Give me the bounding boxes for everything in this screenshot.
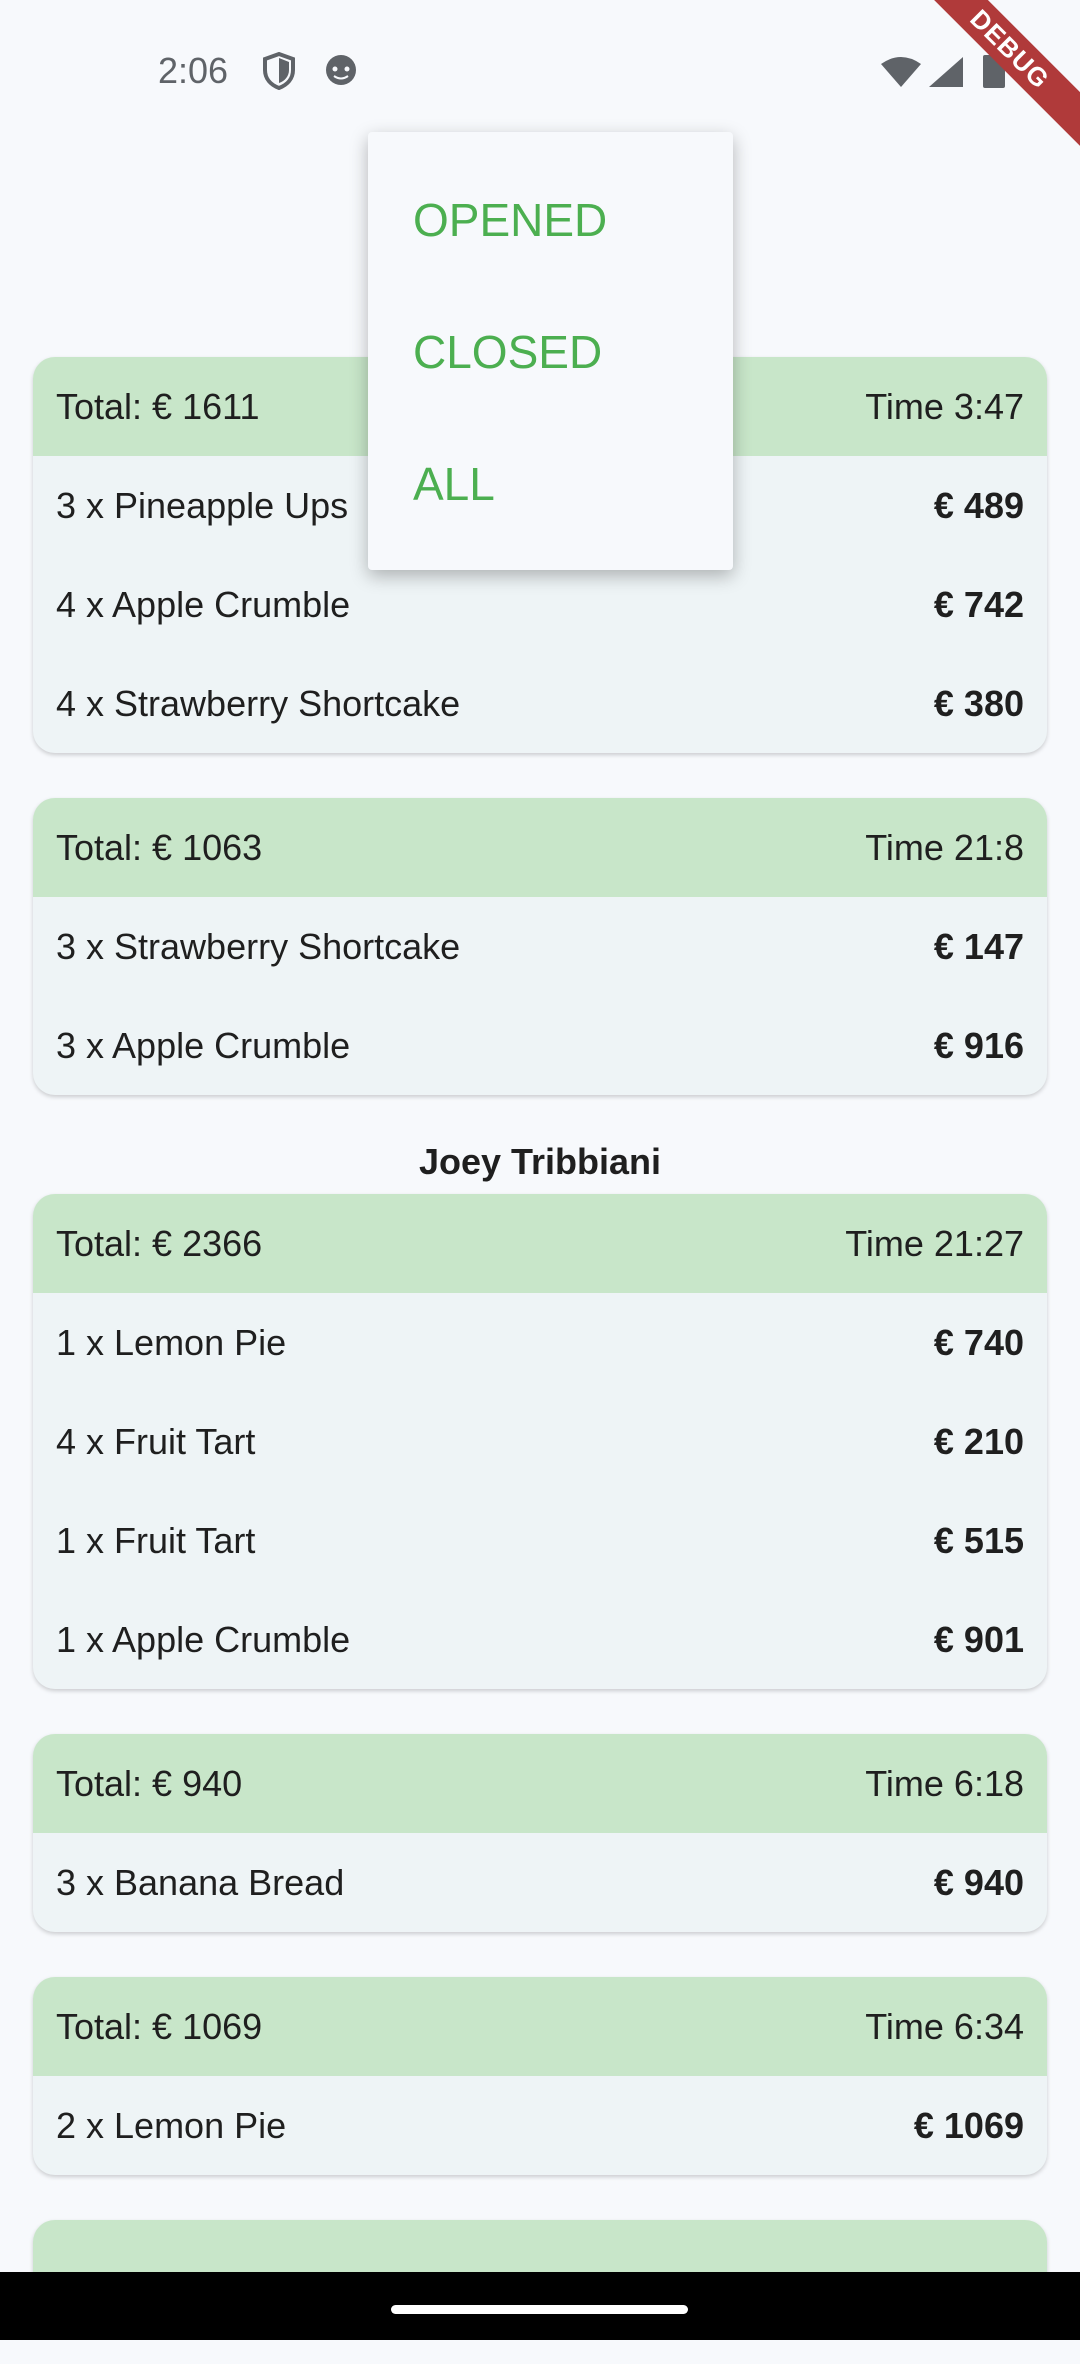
order-item-price: € 489 — [933, 484, 1024, 526]
order-item-price: € 515 — [933, 1519, 1024, 1561]
order-item-price: € 940 — [933, 1861, 1024, 1903]
status-bar: 2:06 — [0, 0, 1080, 140]
order-item-name: 4 x Fruit Tart — [56, 1420, 256, 1462]
order-item-name: 4 x Strawberry Shortcake — [56, 682, 461, 724]
order-card: Total: € 940 Time 6:18 3 x Banana Bread … — [33, 1734, 1047, 1932]
menu-item-closed[interactable]: CLOSED — [368, 286, 733, 418]
status-time: 2:06 — [158, 50, 229, 91]
order-item-name: 3 x Apple Crumble — [56, 1024, 351, 1066]
order-item-name: 4 x Apple Crumble — [56, 583, 351, 625]
order-time: Time 21:27 — [845, 1222, 1024, 1264]
order-total: Total: € 1063 — [56, 826, 263, 868]
order-item-price: € 147 — [933, 925, 1024, 967]
customer-name: Joey Tribbiani — [418, 1141, 662, 1182]
order-item-name: 3 x Strawberry Shortcake — [56, 925, 461, 967]
order-time: Time 6:34 — [865, 2005, 1024, 2047]
signal-icon — [928, 56, 964, 93]
order-item-row: 3 x Strawberry Shortcake € 147 — [33, 897, 1047, 996]
order-item-price: € 916 — [933, 1024, 1024, 1066]
order-item-row: 1 x Lemon Pie € 740 — [33, 1293, 1047, 1392]
order-item-row: 1 x Apple Crumble € 901 — [33, 1590, 1047, 1689]
order-time: Time 21:8 — [865, 826, 1024, 868]
order-item-name: 1 x Fruit Tart — [56, 1519, 256, 1561]
menu-item-all[interactable]: ALL — [368, 418, 733, 550]
order-item-row: 1 x Fruit Tart € 515 — [33, 1491, 1047, 1590]
home-gesture-handle[interactable] — [391, 2305, 688, 2314]
order-item-name: 1 x Apple Crumble — [56, 1618, 351, 1660]
shield-icon — [262, 51, 296, 95]
order-item-price: € 740 — [933, 1321, 1024, 1363]
order-card-header: Total: € 1069 Time 6:34 — [33, 1977, 1047, 2076]
order-item-price: € 742 — [933, 583, 1024, 625]
order-item-name: 3 x Pineapple Ups — [56, 484, 349, 526]
order-total: Total: € 1069 — [56, 2005, 263, 2047]
order-card-header: Total: € 1063 Time 21:8 — [33, 798, 1047, 897]
order-card: Total: € 1063 Time 21:8 3 x Strawberry S… — [33, 798, 1047, 1095]
order-item-name: 3 x Banana Bread — [56, 1861, 345, 1903]
order-item-row: 4 x Fruit Tart € 210 — [33, 1392, 1047, 1491]
order-card-header: Total: € 940 Time 6:18 — [33, 1734, 1047, 1833]
order-card-header: Total: € 2366 Time 21:27 — [33, 1194, 1047, 1293]
order-card: Total: € 1069 Time 6:34 2 x Lemon Pie € … — [33, 1977, 1047, 2175]
order-total: Total: € 940 — [56, 1762, 243, 1804]
wifi-icon — [880, 56, 922, 93]
order-item-name: 1 x Lemon Pie — [56, 1321, 287, 1363]
order-item-price: € 901 — [933, 1618, 1024, 1660]
order-total: Total: € 1611 — [56, 385, 260, 427]
order-item-row: 3 x Apple Crumble € 916 — [33, 996, 1047, 1095]
order-total: Total: € 2366 — [56, 1222, 263, 1264]
orders-list: Total: € 1611 Time 3:47 3 x Pineapple Up… — [33, 357, 1047, 2364]
order-item-price: € 210 — [933, 1420, 1024, 1462]
order-item-price: € 380 — [933, 682, 1024, 724]
menu-item-opened[interactable]: OPENED — [368, 154, 733, 286]
order-time: Time 3:47 — [865, 385, 1024, 427]
order-item-row: 4 x Strawberry Shortcake € 380 — [33, 654, 1047, 753]
order-time: Time 6:18 — [865, 1762, 1024, 1804]
order-item-name: 2 x Lemon Pie — [56, 2104, 287, 2146]
face-icon — [323, 52, 359, 93]
order-item-row: 2 x Lemon Pie € 1069 — [33, 2076, 1047, 2175]
order-item-price: € 1069 — [913, 2104, 1024, 2146]
order-card: Total: € 2366 Time 21:27 1 x Lemon Pie €… — [33, 1194, 1047, 1689]
order-item-row: 3 x Banana Bread € 940 — [33, 1833, 1047, 1932]
system-nav-bar — [0, 2272, 1080, 2340]
filter-popup-menu: OPENED CLOSED ALL — [368, 132, 733, 570]
